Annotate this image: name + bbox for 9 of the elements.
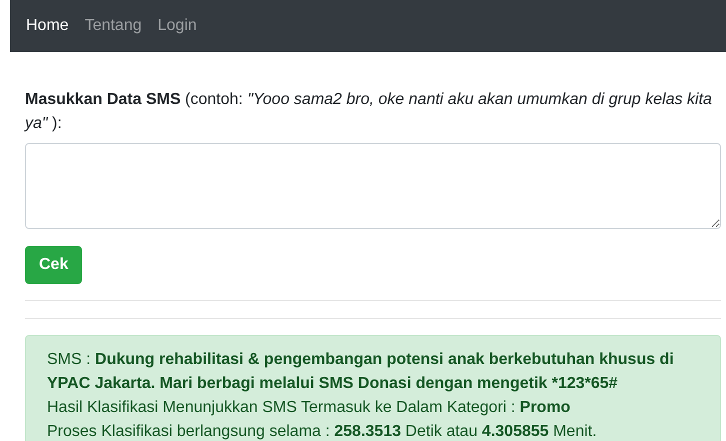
result-text: Hasil Klasifikasi Menunjukkan SMS Termasuk ke Dalam Kategori : Promo bbox=[47, 398, 572, 418]
result-text: SMS : Dukung rehabilitasi & pengembangan potensi anak berkebutuhan khusus di YPAC Jakarta. Mari berbagi melalui SMS Donasi dengan mengetik *123*65# bbox=[47, 350, 675, 394]
check-button[interactable]: Cek bbox=[25, 246, 82, 284]
form-label: Masukkan Data SMS (contoh: "Yooo sama2 bro, oke nanti aku akan umumkan di grup kelas kita ya" ): bbox=[25, 90, 713, 134]
sms-input-field[interactable] bbox=[25, 143, 721, 229]
result-text: Proses Klasifikasi berlangsung selama : 258.3513 Detik atau 4.305855 Menit. bbox=[47, 422, 598, 441]
nav-link[interactable]: Login bbox=[158, 14, 197, 38]
nav-link[interactable]: Tentang bbox=[84, 14, 142, 38]
nav-link[interactable]: Home bbox=[26, 14, 69, 38]
